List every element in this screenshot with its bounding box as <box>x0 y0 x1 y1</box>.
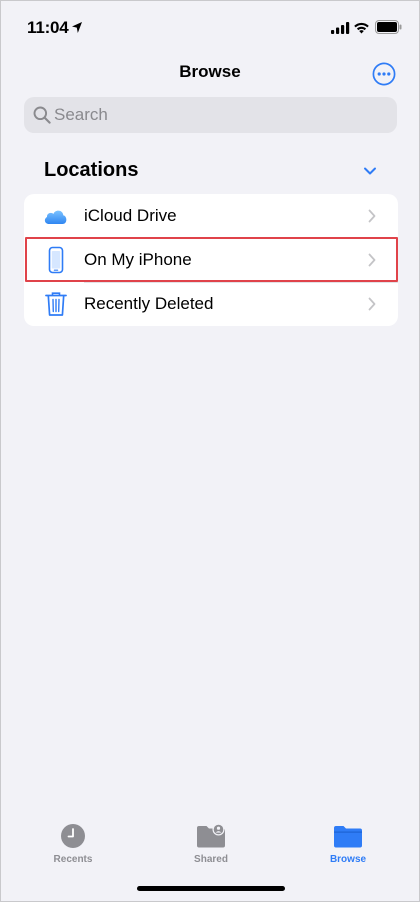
battery-icon <box>375 20 402 34</box>
chevron-right-icon <box>368 297 376 311</box>
tab-label: Recents <box>53 854 93 865</box>
locations-header: Locations <box>44 159 139 181</box>
tab-label: Shared <box>194 854 228 865</box>
status-bar: 11:04 <box>1 1 419 55</box>
search-icon <box>33 106 51 124</box>
shared-folder-icon <box>197 823 225 848</box>
location-label: On My iPhone <box>84 250 192 269</box>
location-item-on-my-iphone[interactable]: On My iPhone <box>24 238 398 282</box>
location-item-icloud-drive[interactable]: iCloud Drive <box>24 194 398 238</box>
search-input[interactable] <box>54 97 384 133</box>
ellipsis-circle-icon[interactable] <box>372 62 396 86</box>
status-time: 11:04 <box>27 18 69 37</box>
tab-label: Browse <box>329 854 367 865</box>
location-label: Recently Deleted <box>84 294 214 313</box>
search-bar[interactable] <box>24 97 397 133</box>
chevron-down-icon[interactable] <box>363 166 377 176</box>
location-label: iCloud Drive <box>84 206 177 225</box>
tab-browse[interactable]: Browse <box>308 823 388 865</box>
cellular-signal-icon <box>331 22 350 34</box>
clock-icon <box>61 824 85 848</box>
tab-shared[interactable]: Shared <box>171 823 251 865</box>
wifi-icon <box>354 22 369 34</box>
locations-list: iCloud Drive On My iPhone Recently Delet… <box>24 194 398 326</box>
location-arrow-icon <box>72 22 82 33</box>
folder-icon <box>334 826 362 848</box>
phone-screen: 11:04 Browse Search Locations iCloud Dri… <box>0 0 420 902</box>
location-item-recently-deleted[interactable]: Recently Deleted <box>24 282 398 326</box>
icloud-icon <box>44 210 67 224</box>
iphone-icon <box>48 246 64 274</box>
tab-recents[interactable]: Recents <box>33 823 113 865</box>
page-title: Browse <box>179 62 241 81</box>
trash-icon <box>45 292 67 316</box>
chevron-right-icon <box>368 209 376 223</box>
chevron-right-icon <box>368 253 376 267</box>
home-indicator <box>137 886 285 891</box>
